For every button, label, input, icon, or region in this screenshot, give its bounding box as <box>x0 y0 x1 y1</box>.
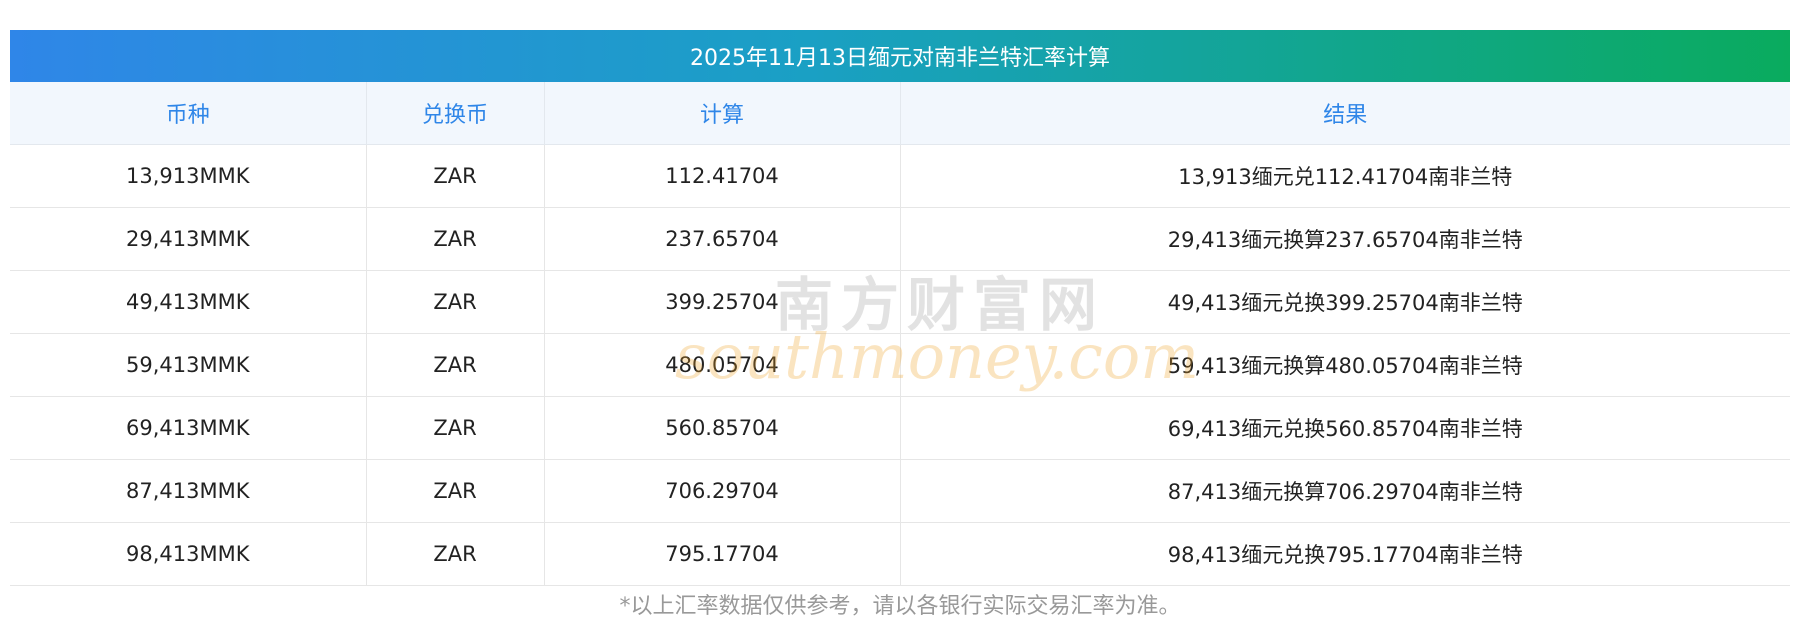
cell-currency: ZAR <box>365 270 544 334</box>
cell-calc: 560.85704 <box>543 396 900 460</box>
cell-amount: 87,413MMK <box>10 459 366 523</box>
cell-currency: ZAR <box>365 396 544 460</box>
cell-currency: ZAR <box>365 144 544 208</box>
table-row: 13,913MMK ZAR 112.41704 13,913缅元兑112.417… <box>10 144 1790 208</box>
header-target-currency: 兑换币 <box>365 82 544 145</box>
exchange-rate-table: 2025年11月13日缅元对南非兰特汇率计算 币种 兑换币 计算 结果 13,9… <box>10 30 1790 586</box>
table-row: 98,413MMK ZAR 795.17704 98,413缅元兑换795.17… <box>10 522 1790 586</box>
cell-currency: ZAR <box>365 333 544 397</box>
cell-amount: 13,913MMK <box>10 144 366 208</box>
header-result: 结果 <box>899 82 1790 145</box>
cell-currency: ZAR <box>365 459 544 523</box>
cell-result: 13,913缅元兑112.41704南非兰特 <box>899 144 1790 208</box>
header-calculation: 计算 <box>543 82 900 145</box>
table-row: 29,413MMK ZAR 237.65704 29,413缅元换算237.65… <box>10 207 1790 271</box>
cell-result: 29,413缅元换算237.65704南非兰特 <box>899 207 1790 271</box>
cell-calc: 480.05704 <box>543 333 900 397</box>
table-row: 69,413MMK ZAR 560.85704 69,413缅元兑换560.85… <box>10 396 1790 460</box>
rate-table: 币种 兑换币 计算 结果 13,913MMK ZAR 112.41704 13,… <box>10 82 1790 586</box>
cell-amount: 29,413MMK <box>10 207 366 271</box>
table-row: 59,413MMK ZAR 480.05704 59,413缅元换算480.05… <box>10 333 1790 397</box>
table-row: 49,413MMK ZAR 399.25704 49,413缅元兑换399.25… <box>10 270 1790 334</box>
cell-result: 87,413缅元换算706.29704南非兰特 <box>899 459 1790 523</box>
table-header-row: 币种 兑换币 计算 结果 <box>10 82 1790 145</box>
page: 2025年11月13日缅元对南非兰特汇率计算 币种 兑换币 计算 结果 13,9… <box>0 0 1800 636</box>
cell-calc: 399.25704 <box>543 270 900 334</box>
cell-currency: ZAR <box>365 522 544 586</box>
cell-calc: 237.65704 <box>543 207 900 271</box>
cell-calc: 112.41704 <box>543 144 900 208</box>
cell-result: 49,413缅元兑换399.25704南非兰特 <box>899 270 1790 334</box>
cell-calc: 795.17704 <box>543 522 900 586</box>
table-title: 2025年11月13日缅元对南非兰特汇率计算 <box>10 30 1790 82</box>
cell-currency: ZAR <box>365 207 544 271</box>
cell-calc: 706.29704 <box>543 459 900 523</box>
cell-result: 98,413缅元兑换795.17704南非兰特 <box>899 522 1790 586</box>
cell-amount: 69,413MMK <box>10 396 366 460</box>
header-currency: 币种 <box>10 82 366 145</box>
table-row: 87,413MMK ZAR 706.29704 87,413缅元换算706.29… <box>10 459 1790 523</box>
disclaimer-note: *以上汇率数据仅供参考，请以各银行实际交易汇率为准。 <box>619 594 1181 619</box>
cell-result: 59,413缅元换算480.05704南非兰特 <box>899 333 1790 397</box>
cell-amount: 49,413MMK <box>10 270 366 334</box>
cell-result: 69,413缅元兑换560.85704南非兰特 <box>899 396 1790 460</box>
cell-amount: 59,413MMK <box>10 333 366 397</box>
cell-amount: 98,413MMK <box>10 522 366 586</box>
